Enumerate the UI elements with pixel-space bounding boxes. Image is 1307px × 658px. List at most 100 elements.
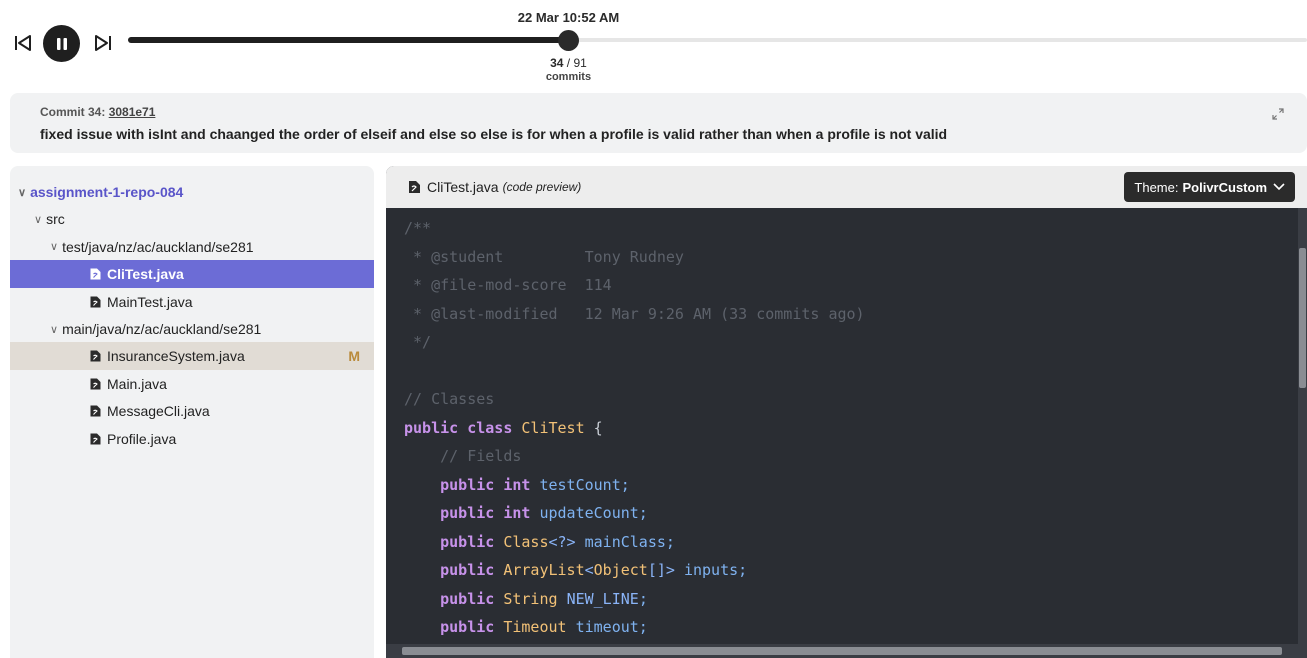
commit-counter: 34 / 91 commits	[545, 56, 592, 84]
tree-item-label: InsuranceSystem.java	[107, 348, 245, 365]
code-preview-header: CliTest.java (code preview) Theme: Poliv…	[386, 166, 1307, 208]
code-token: public int	[404, 504, 540, 522]
modified-badge: M	[348, 348, 360, 365]
java-file-icon	[90, 296, 101, 308]
chevron-down-icon	[1273, 183, 1285, 191]
tree-file[interactable]: MainTest.java	[10, 288, 374, 316]
vertical-scrollbar[interactable]	[1298, 208, 1307, 644]
code-line: public String NEW_LINE;	[404, 585, 648, 613]
code-line: public int updateCount;	[404, 499, 648, 527]
code-line: * @student Tony Rudney	[404, 243, 684, 271]
code-line: public class CliTest {	[404, 414, 603, 442]
next-commit-button[interactable]	[92, 32, 114, 54]
code-token: // Classes	[404, 390, 495, 408]
tree-item-label: test/java/nz/ac/auckland/se281	[62, 238, 254, 255]
expand-icon	[1272, 108, 1284, 120]
code-line: * @last-modified 12 Mar 9:26 AM (33 comm…	[404, 300, 865, 328]
vertical-scroll-thumb[interactable]	[1299, 248, 1306, 388]
tree-item-label: CliTest.java	[107, 266, 184, 283]
code-line: public Timeout timeout;	[404, 613, 648, 641]
tree-item-label: src	[46, 211, 65, 228]
code-token: Object	[593, 561, 648, 579]
code-token: CliTest	[521, 418, 585, 437]
tree-folder[interactable]: ∨ main/java/nz/ac/auckland/se281	[10, 315, 374, 343]
code-token: * @student Tony Rudney	[404, 247, 684, 266]
code-editor[interactable]: /** * @student Tony Rudney * @file-mod-s…	[386, 208, 1298, 644]
code-line: // Classes	[404, 385, 494, 413]
code-preview-label: (code preview)	[502, 180, 582, 194]
code-line: */	[404, 328, 431, 356]
skip-forward-icon	[95, 35, 111, 51]
tree-file[interactable]: Main.java	[10, 370, 374, 398]
code-token: []>	[647, 561, 684, 579]
commit-index: 34	[550, 56, 564, 70]
code-token: public	[404, 561, 504, 579]
code-token: testCount;	[539, 475, 630, 494]
timeline-handle[interactable]	[558, 30, 580, 51]
java-file-icon	[409, 181, 420, 193]
tree-folder[interactable]: ∨ test/java/nz/ac/auckland/se281	[10, 233, 374, 261]
theme-dropdown[interactable]: Theme: PolivrCustom	[1124, 172, 1295, 202]
java-file-icon	[90, 433, 101, 445]
tree-item-label: assignment-1-repo-084	[30, 184, 184, 200]
tree-folder[interactable]: ∨ src	[10, 205, 374, 233]
code-token: inputs;	[683, 561, 748, 579]
code-token: * @last-modified 12 Mar 9:26 AM (33 comm…	[404, 304, 865, 323]
java-file-icon	[90, 378, 101, 390]
code-token: timeout;	[575, 618, 648, 636]
code-preview-title: CliTest.java (code preview)	[408, 179, 581, 195]
tree-file[interactable]: CliTest.java	[10, 260, 374, 289]
tree-folder[interactable]: ∨ assignment-1-repo-084	[10, 178, 374, 206]
commit-hash-link[interactable]: 3081e71	[109, 105, 156, 119]
commit-total: 91	[573, 56, 587, 70]
code-line: // Fields	[404, 442, 521, 470]
code-token: ArrayList	[503, 561, 585, 579]
file-tree: ∨ assignment-1-repo-084 ∨ src ∨ test/java/nz/…	[10, 166, 374, 658]
code-token: public int	[404, 475, 540, 494]
code-token: mainClass;	[584, 532, 675, 551]
java-file-icon	[90, 350, 101, 362]
current-commit-time: 22 Mar 10:52 AM	[517, 10, 620, 25]
code-token: // Fields	[404, 447, 522, 465]
tree-file[interactable]: Profile.java	[10, 425, 374, 453]
java-file-icon	[90, 268, 101, 280]
tree-item-label: Main.java	[107, 375, 167, 392]
code-token: public	[404, 589, 504, 608]
code-token: Timeout	[503, 618, 576, 636]
skip-back-icon	[15, 35, 31, 51]
previous-commit-button[interactable]	[12, 32, 34, 54]
code-line: * @file-mod-score 114	[404, 271, 612, 299]
code-token: */	[404, 333, 432, 351]
code-line: public Class<?> mainClass;	[404, 528, 675, 556]
chevron-down-icon: ∨	[18, 186, 27, 199]
code-token: NEW_LINE	[566, 589, 639, 608]
tree-item-label: Profile.java	[107, 430, 177, 447]
code-line: public ArrayList<Object[]> inputs;	[404, 556, 747, 584]
pause-button[interactable]	[43, 25, 80, 62]
tree-item-label: MainTest.java	[107, 293, 193, 310]
code-token: {	[584, 418, 603, 437]
code-line: /**	[404, 214, 431, 242]
horizontal-scroll-thumb[interactable]	[402, 647, 1282, 655]
code-token: updateCount;	[539, 504, 648, 522]
theme-prefix: Theme:	[1134, 179, 1179, 195]
pause-icon	[56, 37, 67, 50]
code-line: public int testCount;	[404, 471, 630, 499]
tree-item-label: main/java/nz/ac/auckland/se281	[62, 321, 262, 337]
theme-name: PolivrCustom	[1182, 179, 1267, 195]
chevron-down-icon: ∨	[34, 213, 43, 226]
tree-file[interactable]: MessageCli.java	[10, 397, 374, 425]
horizontal-scrollbar[interactable]	[386, 644, 1307, 658]
code-token: <	[584, 561, 594, 579]
tree-item-label: MessageCli.java	[107, 403, 210, 420]
commit-header: Commit 34: 3081e71	[40, 105, 155, 119]
expand-button[interactable]	[1271, 107, 1285, 121]
code-token: ;	[638, 589, 648, 608]
timeline-progress	[128, 37, 569, 43]
code-filename: CliTest.java	[427, 179, 499, 195]
commit-message: fixed issue with isInt and chaanged the …	[40, 126, 948, 142]
tree-file[interactable]: InsuranceSystem.java M	[10, 342, 374, 371]
chevron-down-icon: ∨	[50, 323, 59, 336]
code-preview-panel: CliTest.java (code preview) Theme: Poliv…	[386, 166, 1307, 658]
timeline-track[interactable]	[128, 37, 1307, 43]
